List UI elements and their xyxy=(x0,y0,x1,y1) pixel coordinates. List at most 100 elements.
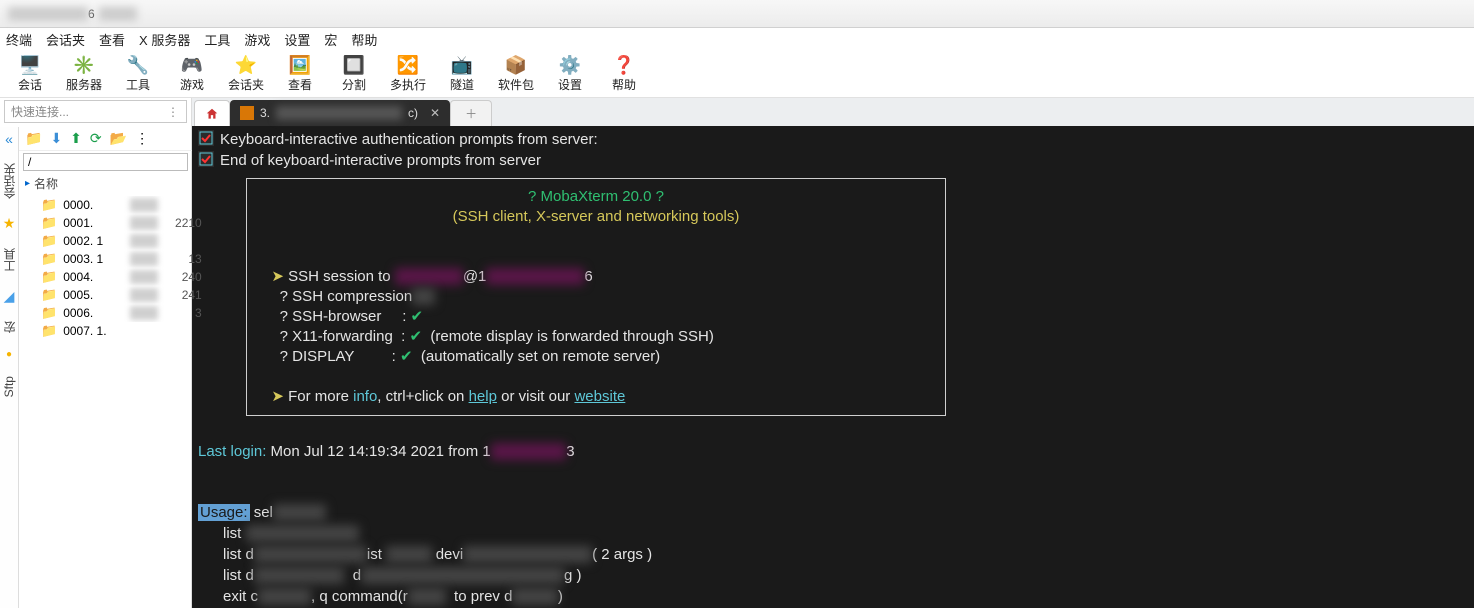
folder-icon: 📁 xyxy=(41,287,57,303)
star-icon: ⭐ xyxy=(235,54,257,76)
sidetab-sftp-icon[interactable]: ● xyxy=(0,349,18,360)
file-name: 0000. xyxy=(63,198,124,212)
file-size: 241 xyxy=(164,288,202,302)
tb-games[interactable]: 🎮游戏 xyxy=(168,54,216,93)
tb-packages[interactable]: 📦软件包 xyxy=(492,54,540,93)
sftp-refresh-icon[interactable]: ⟳ xyxy=(90,130,102,147)
welcome-box: ? MobaXterm 20.0 ? (SSH client, X-server… xyxy=(246,178,946,416)
check-icon: ✔ xyxy=(409,328,422,345)
new-tab-button[interactable]: ＋ xyxy=(450,100,492,126)
box-subtitle: (SSH client, X-server and networking too… xyxy=(453,208,740,225)
collapse-icon[interactable]: « xyxy=(0,131,18,147)
sftp-header[interactable]: ▸ 名称 xyxy=(19,173,208,194)
sftp-file-pane: 📁 ⬇ ⬆ ⟳ 📂 ⋮ ✔ ▸ 名称 📁0000.xx📁0001.xx2210📁… xyxy=(19,127,208,608)
tb-split[interactable]: 🔲分割 xyxy=(330,54,378,93)
sidetab-sessions[interactable]: 会话夹 xyxy=(1,159,18,203)
title-mid: 6 xyxy=(88,7,95,21)
menu-sessions[interactable]: 会话夹 xyxy=(46,30,85,49)
tb-servers[interactable]: ✳️服务器 xyxy=(60,54,108,93)
term-line-2: End of keyboard-interactive prompts from… xyxy=(220,152,541,169)
menu-bar: 终端 会话夹 查看 X 服务器 工具 游戏 设置 宏 帮助 xyxy=(0,28,1474,50)
menu-xserver[interactable]: X 服务器 xyxy=(139,30,190,49)
tb-view[interactable]: 🖼️查看 xyxy=(276,54,324,93)
plus-icon: ＋ xyxy=(465,105,477,122)
menu-help[interactable]: 帮助 xyxy=(351,30,377,49)
sidetab-tools[interactable]: 工具 xyxy=(1,244,18,276)
sftp-folder-icon[interactable]: 📁 xyxy=(25,130,42,147)
help-link[interactable]: help xyxy=(469,388,497,405)
left-panel: 快速连接... ⋮ « 会话夹 ★ 工具 ◢ 宏 ● Sftp 📁 ⬇ ⬆ ⟳ xyxy=(0,98,192,608)
sidetab-sftp[interactable]: Sftp xyxy=(2,372,16,401)
file-item[interactable]: 📁0000.xx xyxy=(19,196,208,214)
tb-sessfolder[interactable]: ⭐会话夹 xyxy=(222,54,270,93)
sftp-file-list: 📁0000.xx📁0001.xx2210📁0002. 1xx📁0003. 1xx… xyxy=(19,194,208,342)
menu-terminal[interactable]: 终端 xyxy=(6,30,32,49)
terminal[interactable]: Keyboard-interactive authentication prom… xyxy=(192,126,1474,608)
menu-games[interactable]: 游戏 xyxy=(244,30,270,49)
quick-connect-placeholder: 快速连接... xyxy=(11,103,69,120)
tb-settings[interactable]: ⚙️设置 xyxy=(546,54,594,93)
sidetab-macro-icon[interactable]: ◢ xyxy=(0,288,18,305)
file-item[interactable]: 📁0007. 1. xyxy=(19,322,208,340)
split-icon: 🔲 xyxy=(343,54,365,76)
file-item[interactable]: 📁0006.xx3 xyxy=(19,304,208,322)
display-label: ? DISPLAY : xyxy=(280,348,400,365)
arrow-icon: ➤ xyxy=(271,388,284,405)
ssh-browser: ? SSH-browser : xyxy=(280,308,411,325)
file-item[interactable]: 📁0002. 1xx xyxy=(19,232,208,250)
file-name: 0004. xyxy=(63,270,124,284)
check-icon: ✔ xyxy=(400,348,413,365)
tb-session[interactable]: 🖥️会话 xyxy=(6,54,54,93)
ssh-host-redacted: xxxxxxxxxxxx xyxy=(486,268,584,285)
terminal-area: 3. xxxxxxxxxxx c) ✕ ＋ Keyboard-interacti… xyxy=(192,98,1474,608)
side-tab-strip: « 会话夹 ★ 工具 ◢ 宏 ● Sftp xyxy=(0,127,19,608)
tb-multiexec[interactable]: 🔀多执行 xyxy=(384,54,432,93)
quick-connect-menu-icon[interactable]: ⋮ xyxy=(167,105,180,119)
home-tab[interactable] xyxy=(194,100,230,126)
tb-tunnel[interactable]: 📺隧道 xyxy=(438,54,486,93)
session-tab-strip: 3. xxxxxxxxxxx c) ✕ ＋ xyxy=(192,98,1474,126)
check-icon: ✔ xyxy=(411,308,424,325)
file-item[interactable]: 📁0001.xx2210 xyxy=(19,214,208,232)
sidetab-star-icon[interactable]: ★ xyxy=(0,215,18,232)
tb-help[interactable]: ❓帮助 xyxy=(600,54,648,93)
menu-macros[interactable]: 宏 xyxy=(324,30,337,49)
file-item[interactable]: 📁0005.xx241 xyxy=(19,286,208,304)
sftp-upload-icon[interactable]: ⬆ xyxy=(70,130,82,147)
folder-icon: 📁 xyxy=(41,305,57,321)
last-login-label: Last login: xyxy=(198,443,266,460)
term-prompt-icon xyxy=(198,151,214,167)
toolbar: 🖥️会话 ✳️服务器 🔧工具 🎮游戏 ⭐会话夹 🖼️查看 🔲分割 🔀多执行 📺隧… xyxy=(0,50,1474,98)
usage-heading: Usage: xyxy=(198,504,250,521)
file-size: 2210 xyxy=(164,216,202,230)
title-redacted-2: XXXc xyxy=(99,7,137,21)
website-link[interactable]: website xyxy=(574,388,625,405)
file-size: 3 xyxy=(164,306,202,320)
menu-view[interactable]: 查看 xyxy=(99,30,125,49)
last-login-ip-redacted: xxxxxxxxx xyxy=(491,443,567,460)
sftp-more-icon[interactable]: ⋮ xyxy=(135,130,149,147)
multiexec-icon: 🔀 xyxy=(397,54,419,76)
games-icon: 🎮 xyxy=(181,54,203,76)
tab-close-icon[interactable]: ✕ xyxy=(430,106,440,120)
sftp-download-icon[interactable]: ⬇ xyxy=(50,130,62,147)
file-name: 0006. xyxy=(63,306,124,320)
session-tab-suffix: c) xyxy=(408,106,418,120)
tb-tools[interactable]: 🔧工具 xyxy=(114,54,162,93)
file-size: 240 xyxy=(164,270,202,284)
file-name: 0007. 1. xyxy=(63,324,158,338)
quick-connect[interactable]: 快速连接... ⋮ xyxy=(4,100,187,123)
session-tab-redacted: xxxxxxxxxxx xyxy=(276,106,402,120)
sftp-newfolder-icon[interactable]: 📂 xyxy=(110,130,127,147)
home-icon xyxy=(205,107,219,121)
menu-tools[interactable]: 工具 xyxy=(204,30,230,49)
sftp-path-input[interactable] xyxy=(23,153,188,171)
folder-icon: 📁 xyxy=(41,251,57,267)
sidetab-macro[interactable]: 宏 xyxy=(1,317,18,337)
file-item[interactable]: 📁0004.xx240 xyxy=(19,268,208,286)
session-tab-active[interactable]: 3. xxxxxxxxxxx c) ✕ xyxy=(230,100,450,126)
file-name: 0001. xyxy=(63,216,124,230)
menu-settings[interactable]: 设置 xyxy=(284,30,310,49)
file-item[interactable]: 📁0003. 1xx13 xyxy=(19,250,208,268)
info-link[interactable]: info xyxy=(353,388,377,405)
